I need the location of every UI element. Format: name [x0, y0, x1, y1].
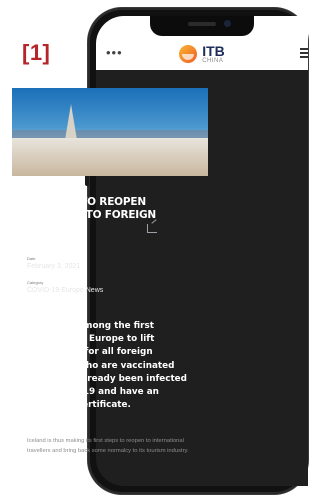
front-camera: [224, 20, 231, 27]
share-icon[interactable]: [147, 224, 157, 233]
article-body: Iceland is thus making its first steps t…: [27, 438, 189, 454]
article-category[interactable]: COVID-19 Europe News: [27, 287, 103, 294]
category-label: Category: [27, 280, 44, 285]
article-lead: Iceland is among the first countries in …: [27, 321, 187, 411]
logo-subtitle: CHINA: [202, 58, 224, 64]
itb-logo[interactable]: ITB CHINA: [179, 44, 225, 64]
logo-brand: ITB: [202, 43, 225, 59]
article-hero-image: [12, 88, 208, 176]
phone-screen: ••• ITB CHINA: [96, 16, 308, 486]
speaker-grille: [188, 22, 216, 26]
figure-label: [1]: [22, 40, 51, 65]
article-date: February 3, 2021: [27, 263, 81, 270]
more-dots-icon[interactable]: •••: [106, 46, 123, 59]
hamburger-menu-icon[interactable]: [300, 48, 308, 60]
date-label: Date: [27, 256, 36, 261]
logo-sun-icon: [179, 45, 198, 63]
notch: [150, 16, 254, 36]
phone-frame: ••• ITB CHINA: [85, 8, 308, 494]
article-title: ICELAND TO REOPEN BORDERS TO FOREIGN TOU…: [27, 196, 157, 234]
